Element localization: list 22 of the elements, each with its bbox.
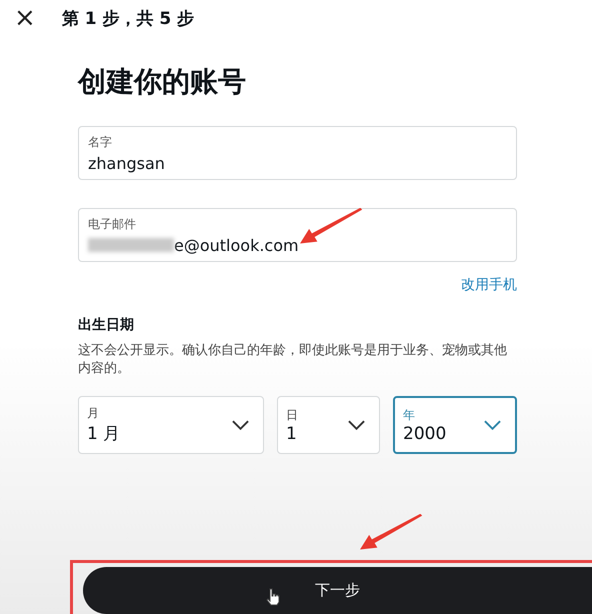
dropdown-label: 年	[403, 406, 416, 424]
dropdown[interactable]: 日 1	[277, 396, 380, 454]
field-value: zhangsan	[88, 154, 165, 172]
field-value: e@outlook.com	[174, 236, 299, 254]
use-phone-link[interactable]: 改用手机	[461, 276, 517, 294]
step-indicator: 第 1 步，共 5 步	[62, 8, 194, 30]
dropdown-label: 月	[87, 405, 100, 422]
field-label: 名字	[88, 134, 112, 150]
dropdown[interactable]: 月 1 月	[78, 396, 264, 454]
dropdown[interactable]: 年 2000	[393, 396, 517, 454]
close-button[interactable]: ×	[10, 5, 40, 31]
dropdown-value: 2000	[403, 424, 446, 444]
dropdown-value: 1 月	[87, 423, 120, 445]
dropdown-label: 日	[286, 406, 298, 424]
input-field[interactable]: 名字 zhangsan	[78, 126, 517, 180]
section-description: 这不会公开显示。确认你自己的年龄，即使此账号是用于业务、宠物或其他内容的。	[78, 342, 508, 378]
next-button[interactable]: 下一步	[83, 567, 592, 614]
input-field[interactable]: 电子邮件 e@outlook.com	[78, 208, 517, 262]
section-heading: 出生日期	[78, 316, 135, 334]
field-label: 电子邮件	[88, 216, 136, 232]
page-title: 创建你的账号	[78, 64, 247, 100]
dropdown-value: 1	[286, 424, 298, 444]
